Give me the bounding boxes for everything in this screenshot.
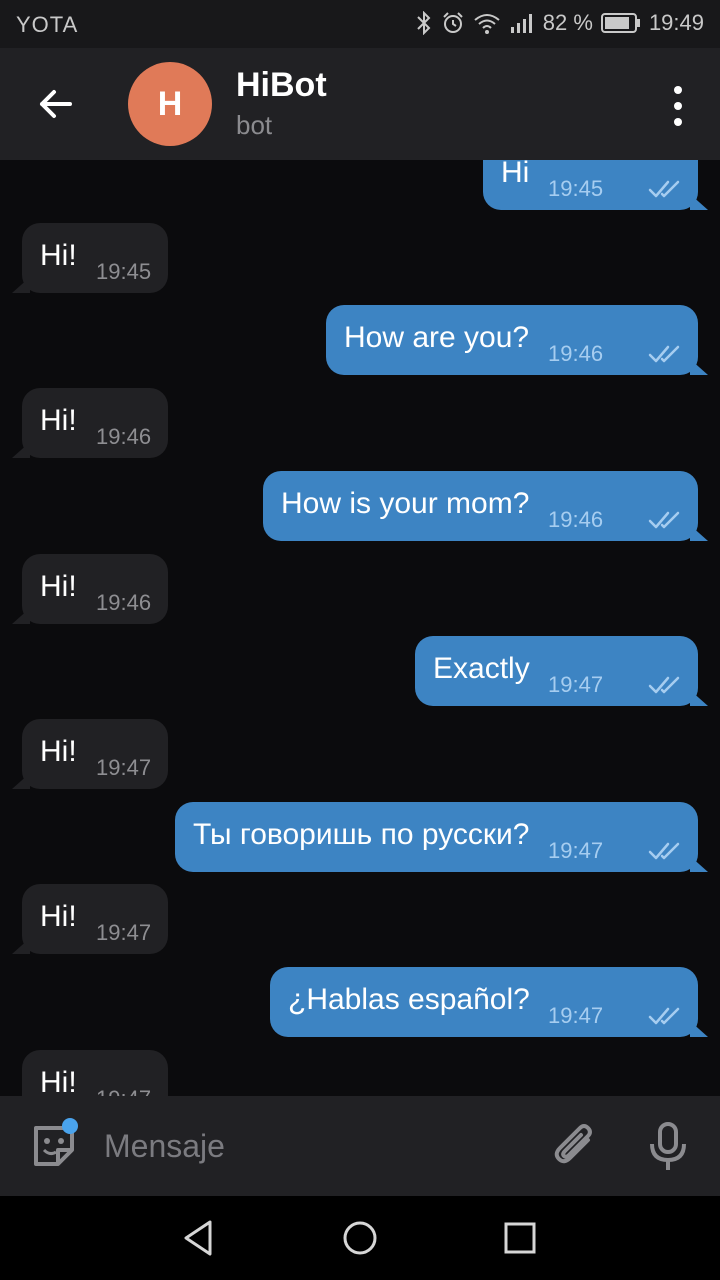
message-text: Hi!	[40, 404, 77, 437]
double-check-icon	[648, 180, 680, 198]
incoming-message[interactable]: Hi! 19:46	[12, 388, 168, 458]
message-text: How is your mom?	[281, 487, 530, 520]
message-time: 19:46	[548, 341, 604, 366]
mic-icon[interactable]	[646, 1120, 690, 1172]
outgoing-message[interactable]: Exactly 19:47	[415, 636, 708, 706]
outgoing-message[interactable]: How is your mom? 19:46	[263, 471, 708, 541]
message-list[interactable]: Hi 19:45 Hi! 19:45 How are you? 19:46 Hi! 19:46…	[0, 160, 720, 1096]
message-time: 19:47	[96, 920, 152, 945]
nav-recents-icon[interactable]	[498, 1216, 542, 1260]
message-text: Hi!	[40, 900, 77, 933]
message-text: Hi!	[40, 570, 77, 603]
more-vert-icon[interactable]	[666, 86, 690, 126]
battery-level: 82 %	[542, 10, 593, 35]
incoming-message[interactable]: Hi! 19:47	[12, 884, 168, 954]
message-time: 19:46	[548, 507, 604, 532]
message-text: Exactly	[433, 652, 530, 685]
clock: 19:49	[648, 10, 704, 35]
message-time: 19:47	[548, 1003, 604, 1028]
chat-header: H HiBot bot	[0, 48, 720, 160]
double-check-icon	[648, 842, 680, 860]
message-text: ¿Hablas español?	[288, 983, 530, 1016]
message-time: 19:47	[548, 838, 604, 863]
double-check-icon	[648, 345, 680, 363]
message-text: Hi!	[40, 735, 77, 768]
status-bar: YOTA 82 % 19:49	[0, 0, 720, 48]
message-text: Hi	[501, 160, 530, 189]
battery-icon	[600, 12, 641, 34]
bluetooth-icon	[415, 11, 433, 35]
outgoing-message[interactable]: ¿Hablas español? 19:47	[270, 967, 708, 1037]
notification-dot	[62, 1118, 78, 1134]
message-time: 19:47	[96, 1086, 151, 1096]
avatar[interactable]: H	[128, 62, 212, 146]
nav-back-icon[interactable]	[176, 1216, 220, 1260]
message-text: Hi!	[40, 1066, 77, 1096]
alarm-icon	[441, 11, 465, 35]
incoming-message[interactable]: Hi! 19:47	[22, 1050, 168, 1096]
chat-title[interactable]: HiBot	[236, 66, 327, 105]
message-input[interactable]	[104, 1126, 524, 1166]
message-time: 19:45	[96, 259, 152, 284]
incoming-message[interactable]: Hi! 19:46	[12, 554, 168, 624]
back-arrow-icon[interactable]	[34, 82, 78, 126]
double-check-icon	[648, 1007, 680, 1025]
double-check-icon	[648, 676, 680, 694]
incoming-message[interactable]: Hi! 19:47	[12, 719, 168, 789]
attach-icon[interactable]	[552, 1120, 600, 1172]
message-text: Hi!	[40, 239, 77, 272]
outgoing-message[interactable]: How are you? 19:46	[326, 305, 708, 375]
signal-icon	[509, 11, 535, 35]
system-nav-bar	[0, 1196, 720, 1280]
message-time: 19:46	[96, 424, 152, 449]
nav-home-icon[interactable]	[338, 1216, 382, 1260]
incoming-message[interactable]: Hi! 19:45	[12, 223, 168, 293]
wifi-icon	[473, 11, 501, 35]
outgoing-message[interactable]: Hi 19:45	[483, 160, 708, 210]
message-time: 19:47	[96, 755, 152, 780]
carrier-name: YOTA	[16, 12, 79, 37]
double-check-icon	[648, 511, 680, 529]
message-time: 19:45	[548, 176, 604, 201]
message-text: How are you?	[344, 321, 530, 354]
message-text: Ты говоришь по русски?	[193, 818, 530, 851]
chat-subtitle: bot	[236, 110, 273, 140]
message-input-bar	[0, 1096, 720, 1196]
message-time: 19:47	[548, 672, 604, 697]
outgoing-message[interactable]: Ты говоришь по русски? 19:47	[175, 802, 708, 872]
message-time: 19:46	[96, 590, 152, 615]
